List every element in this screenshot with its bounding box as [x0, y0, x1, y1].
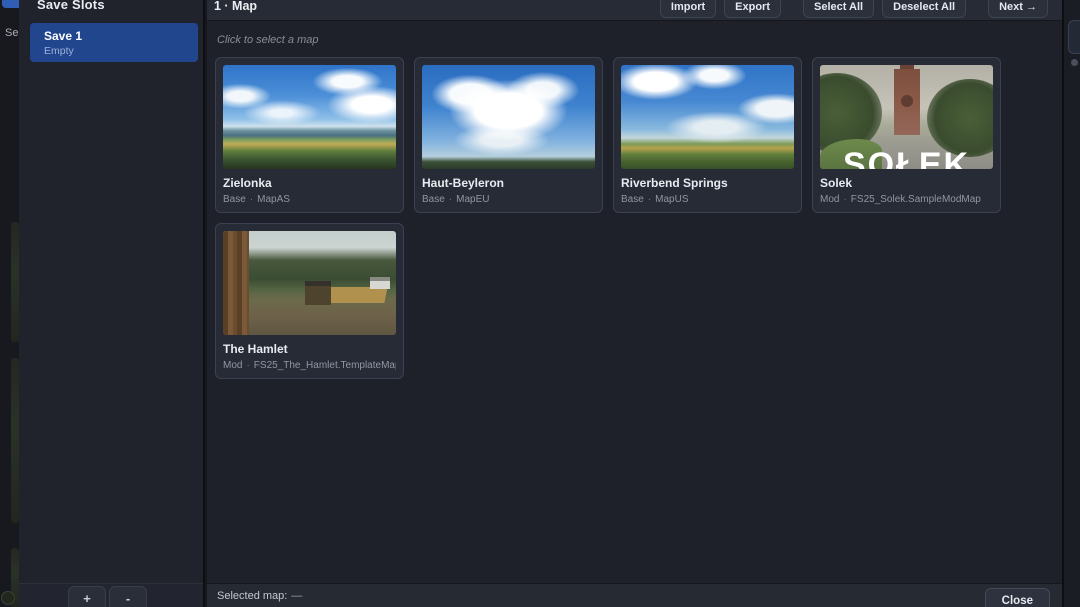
map-title: The Hamlet	[223, 342, 396, 356]
deselect-all-button[interactable]: Deselect All	[882, 0, 966, 18]
separator-dot: ·	[246, 360, 249, 371]
background-app-strip: Se	[0, 0, 19, 607]
map-select-hint: Click to select a map	[217, 34, 318, 46]
import-button[interactable]: Import	[660, 0, 716, 18]
map-source: Base	[621, 194, 644, 205]
background-blue-button-fragment	[2, 0, 19, 8]
separator-dot: ·	[648, 194, 651, 205]
save-slot-item[interactable]: Save 1 Empty	[30, 23, 198, 62]
map-source: Base	[422, 194, 445, 205]
map-thumbnail	[223, 65, 396, 169]
map-id: MapUS	[655, 194, 688, 205]
selected-map-value: —	[291, 590, 302, 602]
map-thumbnail: SOŁEK	[820, 65, 993, 169]
background-corner-button-fragment	[1, 591, 15, 605]
map-subtitle: Mod · FS25_Solek.SampleModMap	[820, 194, 993, 205]
map-subtitle: Base · MapAS	[223, 194, 396, 205]
hut-art	[305, 281, 331, 305]
map-card-grid: Zielonka Base·MapAS Haut-Beyleron Base·M…	[215, 57, 1055, 379]
map-thumbnail	[422, 65, 595, 169]
map-title: Zielonka	[223, 176, 396, 190]
map-source: Base	[223, 194, 246, 205]
background-thumbnail-sliver	[11, 358, 19, 523]
scroll-dot-icon	[1071, 59, 1078, 66]
map-title: Haut-Beyleron	[422, 176, 595, 190]
map-thumbnail	[223, 231, 396, 335]
tree-trunk-art	[223, 231, 249, 335]
map-source: Mod	[820, 194, 839, 205]
save-slots-panel: Save Slots Save 1 Empty + -	[19, 0, 205, 607]
map-id: FS25_Solek.SampleModMap	[851, 194, 981, 205]
next-button[interactable]: Next →	[988, 0, 1048, 18]
map-card-the-hamlet[interactable]: The Hamlet Mod · FS25_The_Hamlet.TemplateM…	[215, 223, 404, 379]
background-thumbnail-sliver	[11, 222, 19, 342]
save-slot-status: Empty	[44, 45, 184, 57]
map-id: MapAS	[257, 194, 290, 205]
select-all-button[interactable]: Select All	[803, 0, 874, 18]
map-card-haut-beyleron[interactable]: Haut-Beyleron Base · MapEU	[414, 57, 603, 213]
status-bar: Selected map: — Close	[207, 583, 1062, 607]
map-subtitle: Base · MapEU	[422, 194, 595, 205]
map-title: Solek	[820, 176, 993, 190]
map-id: FS25_The_Hamlet.TemplateMap	[254, 360, 396, 371]
scrollbar-thumb[interactable]	[1068, 20, 1080, 54]
map-source: Mod	[223, 360, 242, 371]
church-tower-art	[894, 69, 920, 135]
map-step-header-bar: 1 · Map Import Export Select All Deselec…	[207, 0, 1062, 21]
map-step-panel: 1 · Map Import Export Select All Deselec…	[207, 0, 1062, 607]
save-slot-name: Save 1	[44, 29, 184, 43]
add-slot-button[interactable]: +	[68, 586, 106, 607]
map-title: Riverbend Springs	[621, 176, 794, 190]
separator-dot: ·	[449, 194, 452, 205]
map-card-riverbend-springs[interactable]: Riverbend Springs Base · MapUS	[613, 57, 802, 213]
map-id: MapEU	[456, 194, 489, 205]
map-thumbnail	[621, 65, 794, 169]
selected-map-label: Selected map:	[217, 590, 287, 602]
page-title: 1 · Map	[214, 0, 257, 13]
background-partial-label: Se	[5, 27, 18, 39]
map-subtitle: Base · MapUS	[621, 194, 794, 205]
map-grid-area: Click to select a map Zielonka Base · MapA…	[207, 21, 1062, 583]
map-card-solek[interactable]: SOŁEK Solek Mod · FS25_Solek.SampleModMap	[812, 57, 1001, 213]
save-slots-footer: + -	[19, 583, 203, 607]
map-card-zielonka[interactable]: Zielonka Base · MapAS	[215, 57, 404, 213]
selected-map-status: Selected map: —	[217, 590, 302, 602]
house-art	[370, 277, 390, 289]
separator-dot: ·	[250, 194, 253, 205]
separator-dot: ·	[843, 194, 846, 205]
save-slots-header: Save Slots	[37, 0, 203, 12]
close-button[interactable]: Close	[985, 588, 1050, 607]
export-button[interactable]: Export	[724, 0, 781, 18]
map-overlay-text: SOŁEK	[843, 146, 970, 169]
right-edge-strip	[1062, 0, 1080, 607]
map-subtitle: Mod · FS25_The_Hamlet.TemplateMap	[223, 360, 396, 371]
toolbar: Import Export Select All Deselect All Ne…	[660, 0, 1048, 18]
remove-slot-button[interactable]: -	[109, 586, 147, 607]
